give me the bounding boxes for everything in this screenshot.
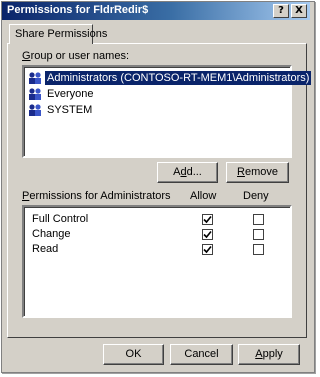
permission-name: Read [32,243,59,255]
user-group-icon [29,103,41,116]
deny-checkbox-change[interactable] [253,229,264,240]
deny-checkbox-read[interactable] [253,244,264,255]
list-item-administrators[interactable]: Administrators (CONTOSO-RT-MEM1\Administ… [27,70,312,85]
title-bar[interactable]: Permissions for FldrRedir$ ? X [2,2,310,20]
remove-button[interactable]: Remove [226,162,289,183]
add-button[interactable]: Add... [157,162,218,183]
list-item-system[interactable]: SYSTEM [27,102,289,117]
tab-share-permissions[interactable]: Share Permissions [9,24,107,44]
allow-checkbox-full-control[interactable] [202,214,213,225]
deny-checkbox-full-control[interactable] [253,214,264,225]
list-item-label: Administrators (CONTOSO-RT-MEM1\Administ… [45,70,312,85]
cancel-button[interactable]: Cancel [170,344,233,365]
window-title: Permissions for FldrRedir$ [7,4,149,16]
permission-name: Full Control [32,213,89,225]
list-item-label: Everyone [47,87,94,100]
checkmark-icon [203,230,212,239]
deny-column-header: Deny [243,190,269,202]
list-item-everyone[interactable]: Everyone [27,86,289,101]
checkmark-icon [203,215,212,224]
allow-column-header: Allow [190,190,217,202]
permissions-list: Full Control Change Read [22,205,292,318]
groups-label: Group or user names: [22,50,129,62]
help-button[interactable]: ? [273,4,289,18]
close-button[interactable]: X [291,4,307,18]
ok-button[interactable]: OK [103,344,164,365]
user-group-icon [29,87,41,100]
permission-row-change: Change [32,227,287,242]
group-user-listbox[interactable]: Administrators (CONTOSO-RT-MEM1\Administ… [22,65,312,158]
allow-checkbox-read[interactable] [202,244,213,255]
allow-checkbox-change[interactable] [202,229,213,240]
permissions-label: Permissions for Administrators [22,190,171,202]
user-group-icon [29,71,41,84]
permission-row-full-control: Full Control [32,212,287,227]
checkmark-icon [203,245,212,254]
list-item-label: SYSTEM [47,103,93,116]
apply-button[interactable]: Apply [238,344,300,365]
permission-name: Change [32,228,71,240]
permission-row-read: Read [32,242,287,257]
